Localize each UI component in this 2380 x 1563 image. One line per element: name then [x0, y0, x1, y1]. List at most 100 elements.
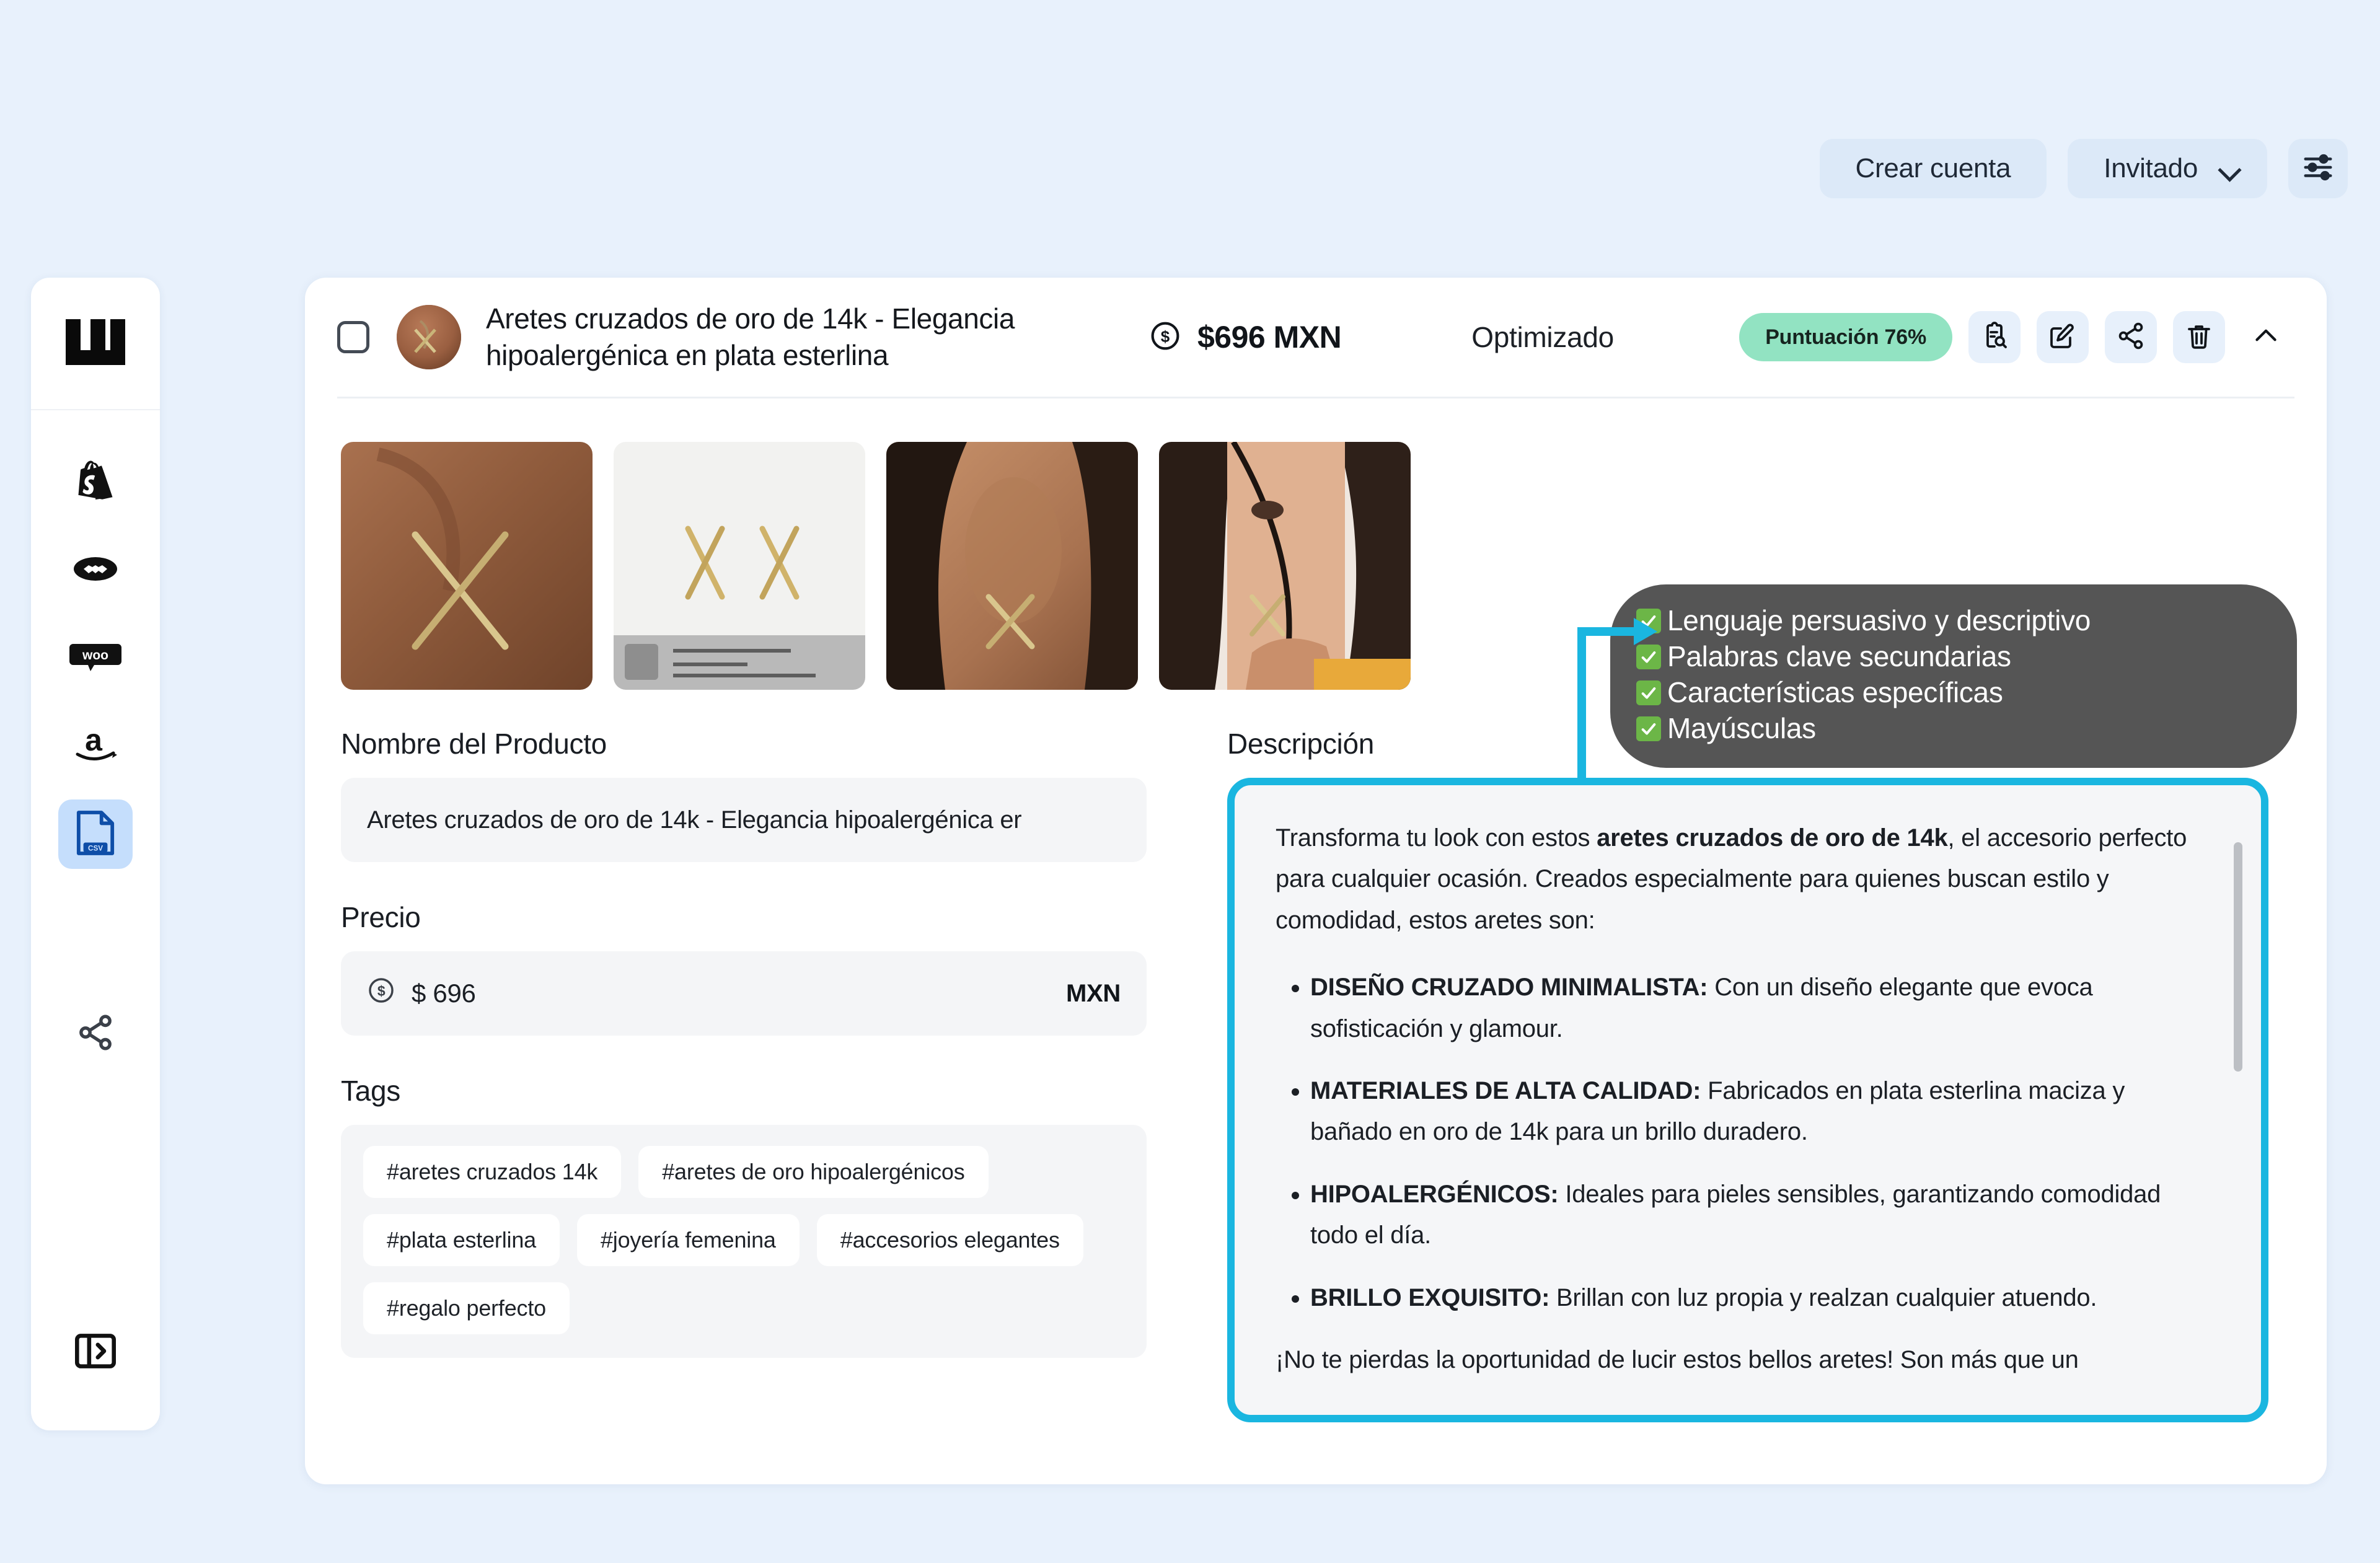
product-name-input[interactable]: Aretes cruzados de oro de 14k - Eleganci… — [341, 778, 1147, 862]
sidebar-item-shopify[interactable] — [58, 447, 133, 517]
svg-text:$: $ — [377, 983, 386, 999]
sidebar-item-handshake[interactable] — [58, 535, 133, 605]
sidebar-item-share[interactable] — [58, 999, 133, 1068]
panel-toggle-icon — [74, 1333, 116, 1372]
handshake-icon — [73, 555, 118, 586]
description-bullets: DISEÑO CRUZADO MINIMALISTA: Con un diseñ… — [1276, 967, 2206, 1318]
price-field-value: $ 696 — [412, 979, 476, 1008]
bullet-title: HIPOALERGÉNICOS: — [1310, 1180, 1559, 1208]
bullet-text: Brillan con luz propia y realzan cualqui… — [1549, 1283, 2097, 1311]
product-card-header: Aretes cruzados de oro de 14k - Eleganci… — [305, 278, 2327, 397]
share-button[interactable] — [2105, 311, 2157, 363]
description-closing: ¡No te pierdas la oportunidad de lucir e… — [1276, 1345, 2079, 1373]
description-intro: Transforma tu look con estos aretes cruz… — [1276, 817, 2206, 941]
tooltip-item-label: Lenguaje persuasivo y descriptivo — [1667, 604, 2091, 636]
left-column: Nombre del Producto Aretes cruzados de o… — [341, 727, 1147, 1422]
list-item: BRILLO EXQUISITO: Brillan con luz propia… — [1310, 1277, 2206, 1318]
criteria-tooltip: Lenguaje persuasivo y descriptivo Palabr… — [1610, 584, 2297, 768]
top-bar-actions: Crear cuenta Invitado — [1819, 139, 2348, 198]
price-display: $ $696 MXN — [1149, 319, 1342, 355]
price-label: Precio — [341, 901, 421, 933]
price-value: $696 MXN — [1197, 320, 1342, 354]
sidebar-item-amazon[interactable]: a — [58, 711, 133, 781]
bullet-title: MATERIALES DE ALTA CALIDAD: — [1310, 1076, 1701, 1104]
tag-chip[interactable]: #aretes de oro hipoalergénicos — [638, 1146, 989, 1198]
status-badge: Puntuación 76% — [1739, 313, 1952, 361]
description-wrapper: Lenguaje persuasivo y descriptivo Palabr… — [1227, 584, 2297, 1422]
sidebar: woo a CSV — [31, 278, 160, 1430]
currency-label: MXN — [1066, 979, 1121, 1007]
dollar-circle-icon: $ — [1149, 320, 1181, 355]
product-details: Nombre del Producto Aretes cruzados de o… — [305, 584, 2327, 1422]
svg-text:CSV: CSV — [88, 844, 103, 852]
settings-button[interactable] — [2288, 139, 2348, 198]
gallery-thumb-1[interactable] — [341, 442, 593, 690]
tag-chip[interactable]: #accesorios elegantes — [816, 1214, 1083, 1266]
dollar-circle-icon: $ — [367, 976, 395, 1011]
tags-label: Tags — [341, 1075, 400, 1107]
avatar — [397, 305, 461, 369]
product-card: Aretes cruzados de oro de 14k - Eleganci… — [305, 278, 2327, 1484]
tooltip-item-label: Características específicas — [1667, 676, 2003, 708]
amazon-icon: a — [73, 723, 118, 767]
sidebar-item-csv[interactable]: CSV — [58, 799, 133, 869]
price-input[interactable]: $ $ 696 MXN — [341, 951, 1147, 1036]
nu-logo-icon — [66, 319, 125, 368]
list-item: HIPOALERGÉNICOS: Ideales para pieles sen… — [1310, 1174, 2206, 1256]
chevron-down-icon — [2220, 159, 2239, 178]
guest-menu-button[interactable]: Invitado — [2068, 139, 2267, 198]
edit-button[interactable] — [2037, 311, 2089, 363]
sidebar-items: woo a CSV — [31, 410, 160, 1068]
sidebar-collapse-button[interactable] — [58, 1318, 133, 1387]
guest-label: Invitado — [2104, 153, 2198, 183]
trash-icon — [2184, 321, 2214, 354]
list-item: MATERIALES DE ALTA CALIDAD: Fabricados e… — [1310, 1070, 2206, 1153]
tag-chip[interactable]: #regalo perfecto — [363, 1282, 570, 1334]
gallery-thumb-3[interactable] — [886, 442, 1138, 690]
description-scrollbar[interactable] — [2234, 842, 2242, 1388]
right-column: Descripción Lenguaje persuasivo y descri… — [1227, 584, 2297, 1422]
tag-chip[interactable]: #joyería femenina — [576, 1214, 800, 1266]
status-label: Optimizado — [1471, 321, 1614, 353]
collapse-card-button[interactable] — [2241, 311, 2291, 363]
gallery-thumb-4[interactable] — [1159, 442, 1411, 690]
create-account-button[interactable]: Crear cuenta — [1819, 139, 2047, 198]
shopify-icon — [75, 460, 116, 504]
tooltip-item: Mayúsculas — [1636, 711, 2270, 747]
product-select-checkbox[interactable] — [337, 321, 369, 353]
tags-container: #aretes cruzados 14k #aretes de oro hipo… — [341, 1125, 1147, 1358]
intro-part-1: Transforma tu look con estos — [1276, 824, 1597, 852]
share-icon — [76, 1013, 115, 1055]
product-name-label: Nombre del Producto — [341, 728, 607, 760]
analyze-button[interactable] — [1968, 311, 2021, 363]
gallery-thumb-2[interactable] — [614, 442, 865, 690]
page-title: Aretes cruzados de oro de 14k - Eleganci… — [486, 302, 1015, 371]
woocommerce-icon: woo — [69, 641, 121, 676]
tooltip-item: Palabras clave secundarias — [1636, 639, 2270, 675]
tooltip-item-label: Mayúsculas — [1667, 711, 1816, 744]
intro-keyword: aretes cruzados de oro de 14k — [1597, 824, 1948, 852]
create-account-label: Crear cuenta — [1855, 153, 2011, 183]
svg-text:$: $ — [1161, 327, 1170, 345]
description-textarea[interactable]: Transforma tu look con estos aretes cruz… — [1227, 778, 2268, 1422]
scrollbar-thumb[interactable] — [2234, 842, 2242, 1072]
delete-button[interactable] — [2173, 311, 2225, 363]
sidebar-item-woocommerce[interactable]: woo — [58, 623, 133, 693]
bullet-title: BRILLO EXQUISITO: — [1310, 1283, 1550, 1311]
tooltip-item: Lenguaje persuasivo y descriptivo — [1636, 603, 2270, 639]
list-item: DISEÑO CRUZADO MINIMALISTA: Con un diseñ… — [1310, 967, 2206, 1049]
share-nodes-icon — [2116, 321, 2146, 354]
top-bar: Crear cuenta Invitado — [0, 0, 2380, 248]
header-actions: Puntuación 76% — [1739, 311, 2291, 363]
clipboard-search-icon — [1980, 321, 2009, 354]
svg-text:a: a — [85, 726, 103, 757]
sliders-icon — [2301, 151, 2335, 187]
tag-chip[interactable]: #aretes cruzados 14k — [363, 1146, 622, 1198]
tooltip-item-label: Palabras clave secundarias — [1667, 640, 2011, 672]
csv-file-icon: CSV — [75, 810, 116, 859]
bullet-title: DISEÑO CRUZADO MINIMALISTA: — [1310, 974, 1708, 1002]
pencil-square-icon — [2048, 321, 2078, 354]
app-logo[interactable] — [31, 278, 160, 409]
tooltip-item: Características específicas — [1636, 675, 2270, 711]
tag-chip[interactable]: #plata esterlina — [363, 1214, 560, 1266]
